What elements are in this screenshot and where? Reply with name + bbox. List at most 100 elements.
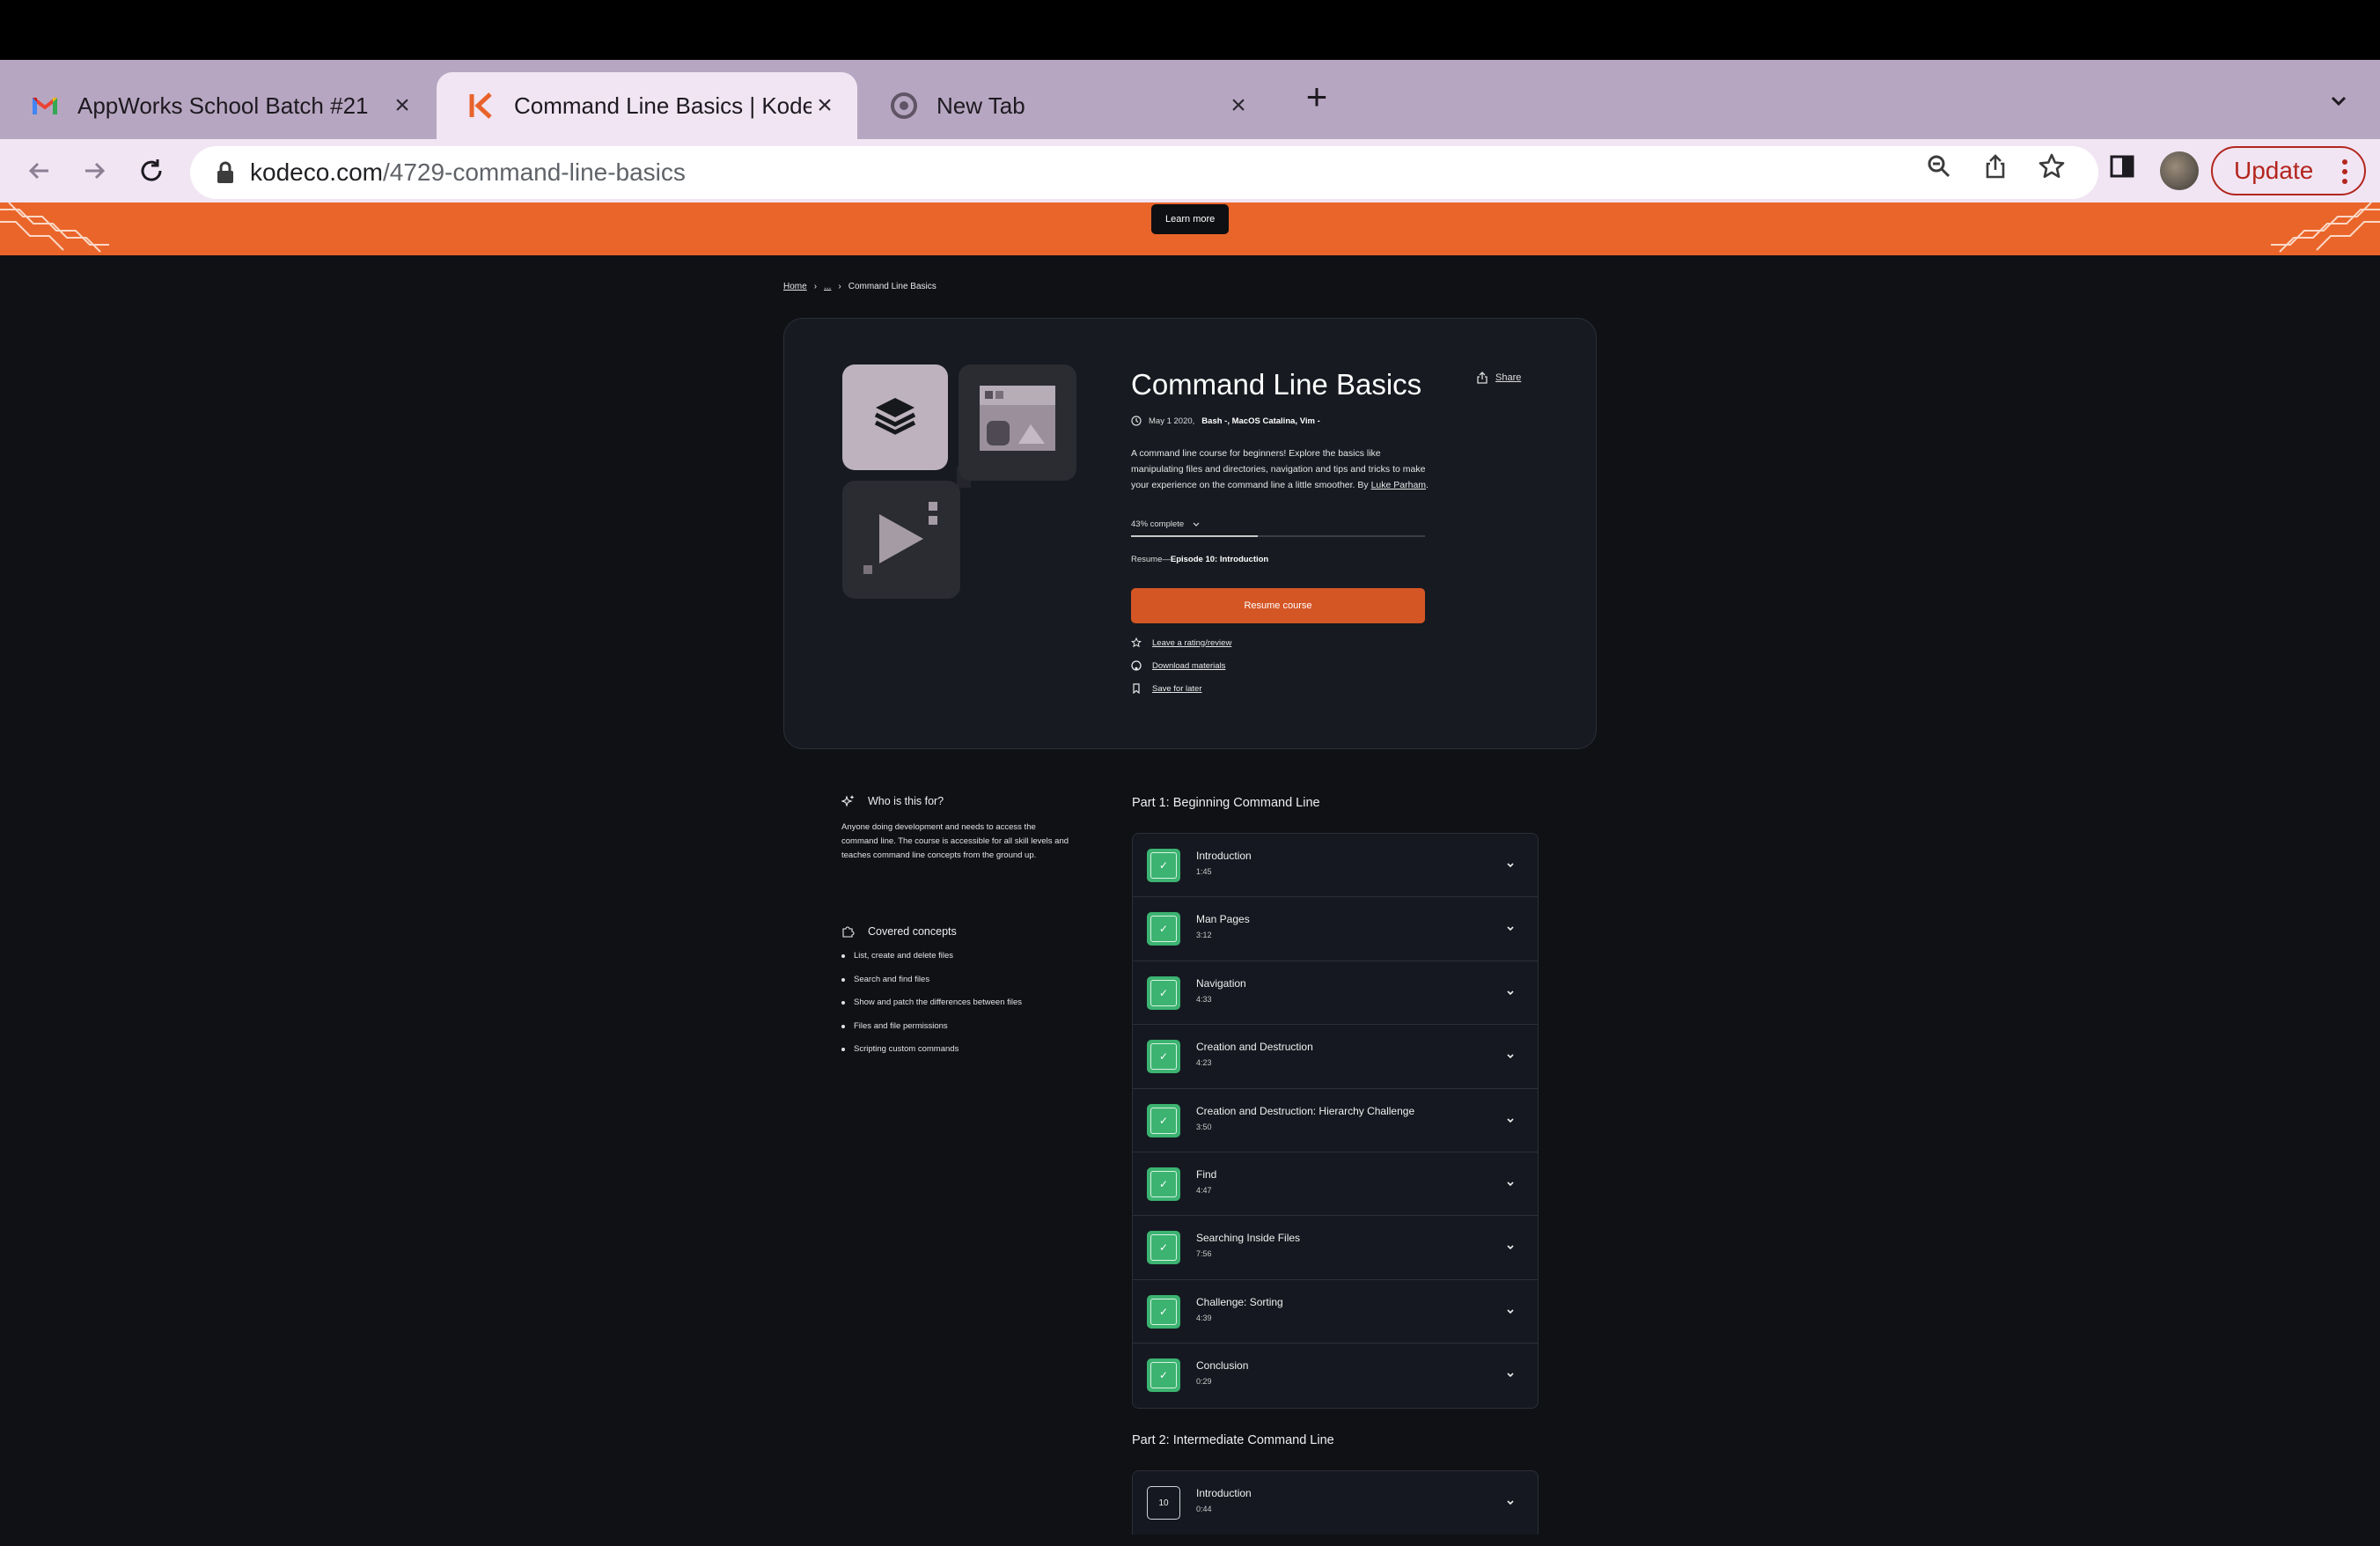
bookmark-icon (1133, 683, 1140, 694)
profile-avatar[interactable] (2160, 151, 2199, 190)
episode-title: Conclusion (1196, 1359, 1249, 1373)
episode-duration: 0:44 (1196, 1505, 1212, 1513)
episode-duration: 4:39 (1196, 1313, 1212, 1322)
share-icon[interactable] (1980, 151, 2010, 181)
tab-title: AppWorks School Batch #21 (77, 92, 369, 119)
reload-icon[interactable] (134, 153, 169, 188)
concept-item: List, create and delete files (841, 951, 1022, 975)
chevron-down-icon[interactable] (1504, 1368, 1517, 1380)
concepts-section: Covered concepts List, create and delete… (841, 924, 1022, 1068)
side-panel-icon[interactable] (2107, 151, 2137, 181)
kodeco-icon (468, 92, 495, 119)
tab-close-icon[interactable]: × (389, 91, 415, 120)
new-tab-plus-icon[interactable]: + (1301, 78, 1333, 115)
chevron-down-icon[interactable] (1504, 1496, 1517, 1508)
chevron-down-icon[interactable] (1504, 986, 1517, 998)
resume-course-button[interactable]: Resume course (1131, 588, 1425, 623)
episode-title: Creation and Destruction: Hierarchy Chal… (1196, 1104, 1415, 1117)
episode-row[interactable]: ✓ Introduction 1:45 (1133, 834, 1538, 898)
episode-row[interactable]: ✓ Conclusion 0:29 (1133, 1344, 1538, 1407)
progress-bar (1131, 535, 1425, 537)
episode-row[interactable]: ✓ Challenge: Sorting 4:39 (1133, 1280, 1538, 1344)
banner-pattern-right (2271, 202, 2380, 253)
rate-review-link[interactable]: Leave a rating/review (1131, 637, 1231, 648)
more-menu-icon[interactable] (2341, 158, 2348, 185)
save-for-later-link[interactable]: Save for later (1131, 683, 1202, 694)
bookmark-star-icon[interactable] (2037, 151, 2067, 181)
author-link[interactable]: Luke Parham (1371, 480, 1426, 490)
address-bar[interactable]: kodeco.com/4729-command-line-basics (190, 146, 2098, 199)
chevron-down-icon[interactable] (1504, 1240, 1517, 1253)
episode-row[interactable]: ✓ Navigation 4:33 (1133, 961, 1538, 1026)
course-meta: May 1 2020, Bash -, MacOS Catalina, Vim … (1131, 416, 1320, 426)
chevron-down-icon[interactable] (1504, 1049, 1517, 1062)
concepts-title: Covered concepts (868, 925, 957, 938)
update-button[interactable]: Update (2211, 146, 2366, 195)
part-2-episode-list: 10 Introduction 0:44 (1132, 1470, 1539, 1535)
audience-text: Anyone doing development and needs to ac… (841, 822, 1069, 860)
episode-row[interactable]: ✓ Man Pages 3:12 (1133, 897, 1538, 961)
course-description: A command line course for beginners! Exp… (1131, 445, 1430, 493)
episode-row[interactable]: ✓ Creation and Destruction: Hierarchy Ch… (1133, 1089, 1538, 1152)
download-materials-link[interactable]: Download materials (1131, 660, 1225, 671)
url-text: kodeco.com/4729-command-line-basics (250, 158, 686, 186)
tab-close-icon[interactable]: × (812, 91, 838, 120)
episode-title: Challenge: Sorting (1196, 1295, 1283, 1308)
clock-icon (1131, 416, 1142, 426)
episode-title: Man Pages (1196, 913, 1250, 926)
chevron-down-icon[interactable] (1504, 922, 1517, 934)
sparkle-icon (841, 795, 855, 807)
episode-duration: 1:45 (1196, 867, 1212, 876)
tab-kodeco[interactable]: Command Line Basics | Kodeco × (437, 72, 857, 139)
tab-close-icon[interactable]: × (1225, 91, 1252, 120)
learn-more-button[interactable]: Learn more (1151, 204, 1230, 234)
episode-duration: 4:47 (1196, 1185, 1212, 1195)
part-1-episode-list: ✓ Introduction 1:45 ✓ Man Pages 3:12 ✓ N… (1132, 833, 1539, 1409)
chevron-down-icon[interactable] (1504, 1305, 1517, 1317)
chrome-icon (891, 92, 917, 119)
course-date: May 1 2020, (1149, 416, 1195, 426)
back-arrow-icon[interactable] (21, 153, 56, 188)
layers-icon (842, 364, 948, 470)
episode-number: 10 (1147, 1486, 1180, 1520)
forward-arrow-icon[interactable] (77, 153, 113, 188)
concepts-list: List, create and delete files Search and… (841, 951, 1022, 1068)
progress-dropdown[interactable]: 43% complete (1131, 519, 1200, 530)
chevron-down-icon[interactable] (1504, 1114, 1517, 1126)
part-1-title: Part 1: Beginning Command Line (1132, 796, 1320, 810)
episode-title: Find (1196, 1167, 1217, 1181)
episode-row[interactable]: ✓ Find 4:47 (1133, 1152, 1538, 1217)
episode-row[interactable]: ✓ Searching Inside Files 7:56 (1133, 1216, 1538, 1280)
zoom-magnifier-icon[interactable] (1924, 151, 1954, 181)
episode-title: Creation and Destruction (1196, 1041, 1313, 1054)
episode-title: Navigation (1196, 976, 1246, 990)
chevron-down-icon[interactable] (1504, 858, 1517, 871)
progress-label: 43% complete (1131, 519, 1185, 529)
breadcrumb-current: Command Line Basics (848, 282, 937, 291)
episode-title: Introduction (1196, 850, 1252, 862)
lock-icon[interactable] (215, 160, 236, 185)
completed-check-icon: ✓ (1147, 1231, 1180, 1265)
resume-label: Resume—Episode 10: Introduction (1131, 555, 1269, 564)
puzzle-icon (842, 926, 855, 938)
chevron-down-icon[interactable] (1504, 1177, 1517, 1189)
course-tech: Bash -, MacOS Catalina, Vim - (1201, 416, 1320, 426)
audience-header: Who is this for? (841, 794, 1070, 808)
breadcrumb-ellipsis[interactable]: ... (824, 282, 831, 291)
breadcrumb: Home › ... › Command Line Basics (783, 282, 937, 291)
tab-title: Command Line Basics | Kodeco (514, 92, 812, 119)
share-button[interactable]: Share (1476, 372, 1521, 384)
episode-duration: 3:12 (1196, 931, 1212, 940)
tab-title: New Tab (937, 92, 1025, 119)
concept-item: Scripting custom commands (841, 1044, 1022, 1068)
tab-newtab[interactable]: New Tab × (859, 72, 1271, 139)
concept-item: Search and find files (841, 975, 1022, 998)
share-label: Share (1495, 372, 1522, 383)
share-icon (1477, 372, 1488, 384)
breadcrumb-home[interactable]: Home (783, 282, 807, 291)
tab-list-chevron-down-icon[interactable] (2325, 88, 2352, 114)
audience-title: Who is this for? (868, 795, 944, 807)
episode-row[interactable]: 10 Introduction 0:44 (1133, 1471, 1538, 1535)
tab-appworks[interactable]: AppWorks School Batch #21 × (0, 72, 435, 139)
episode-row[interactable]: ✓ Creation and Destruction 4:23 (1133, 1025, 1538, 1089)
